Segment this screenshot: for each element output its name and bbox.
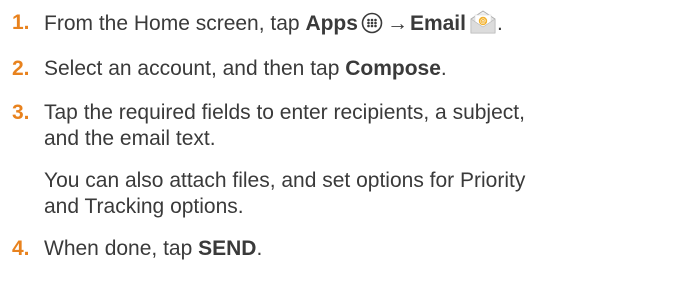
step-number: 3. <box>12 101 30 124</box>
step-3-note: You can also attach files, and set optio… <box>44 169 526 218</box>
instruction-steps: 1. From the Home screen, tap Apps →Email <box>0 0 675 282</box>
arrow-icon: → <box>386 12 408 35</box>
step-text: Select an account, and then tap Compose. <box>44 57 447 80</box>
apps-icon <box>361 12 383 34</box>
step-2: 2. Select an account, and then tap Compo… <box>12 56 667 82</box>
step-1: 1. From the Home screen, tap Apps →Email <box>12 10 667 37</box>
step-3: 3. Tap the required fields to enter reci… <box>12 100 667 152</box>
apps-label: Apps <box>305 12 358 35</box>
step-number: 2. <box>12 57 30 80</box>
step-number: 4. <box>12 237 30 260</box>
compose-label: Compose <box>345 57 441 80</box>
email-envelope-icon: @ <box>469 10 497 34</box>
step-text: From the Home screen, tap Apps →Email @ … <box>44 10 503 35</box>
svg-text:@: @ <box>480 18 486 25</box>
step-number: 1. <box>12 11 30 34</box>
send-label: SEND <box>198 237 257 260</box>
email-label: Email <box>409 12 466 35</box>
step-4: 4. When done, tap SEND. <box>12 236 667 262</box>
step-text: When done, tap SEND. <box>44 237 263 260</box>
step-text: Tap the required fields to enter recipie… <box>44 101 525 150</box>
